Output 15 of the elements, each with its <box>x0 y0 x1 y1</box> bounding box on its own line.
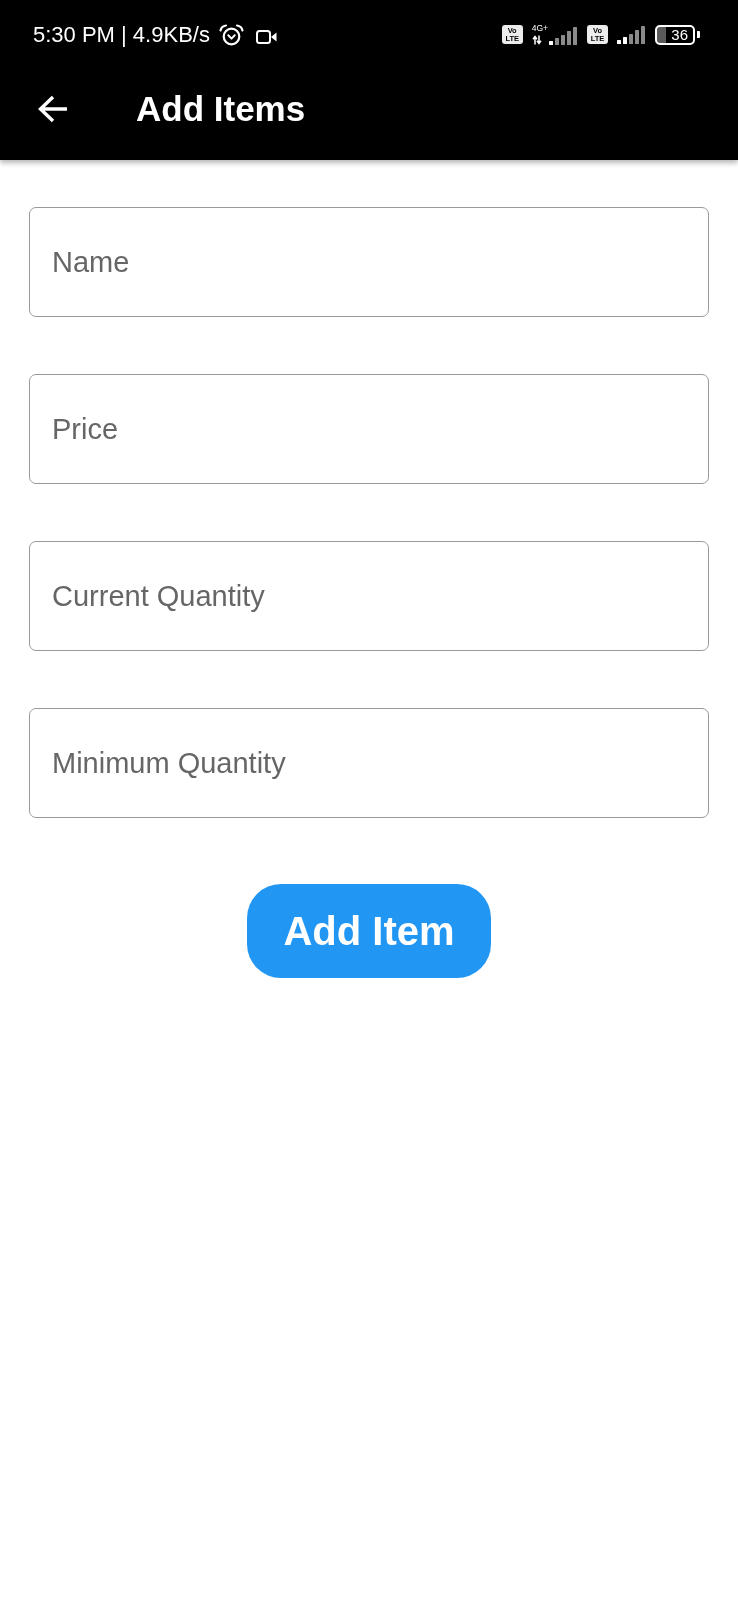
back-arrow-icon <box>36 93 68 124</box>
status-time-and-speed: 5:30 PM | 4.9KB/s <box>33 23 210 46</box>
data-arrows-icon <box>531 35 542 45</box>
input-field[interactable]: Name <box>29 207 709 317</box>
video-camera-icon <box>255 29 277 44</box>
alarm-clock-icon <box>217 23 245 46</box>
signal-strength-icon <box>549 27 577 45</box>
signal-strength-icon <box>617 25 645 44</box>
battery-indicator: 36 <box>655 24 700 45</box>
add-button[interactable]: Add Item <box>247 884 491 978</box>
input-field[interactable]: Minimum Quantity <box>29 708 709 818</box>
input-field[interactable]: Price <box>29 374 709 484</box>
page-title: Add Items <box>136 91 306 126</box>
input-field[interactable]: Current Quantity <box>29 541 709 651</box>
network-type-label: 4G+ <box>531 24 548 33</box>
